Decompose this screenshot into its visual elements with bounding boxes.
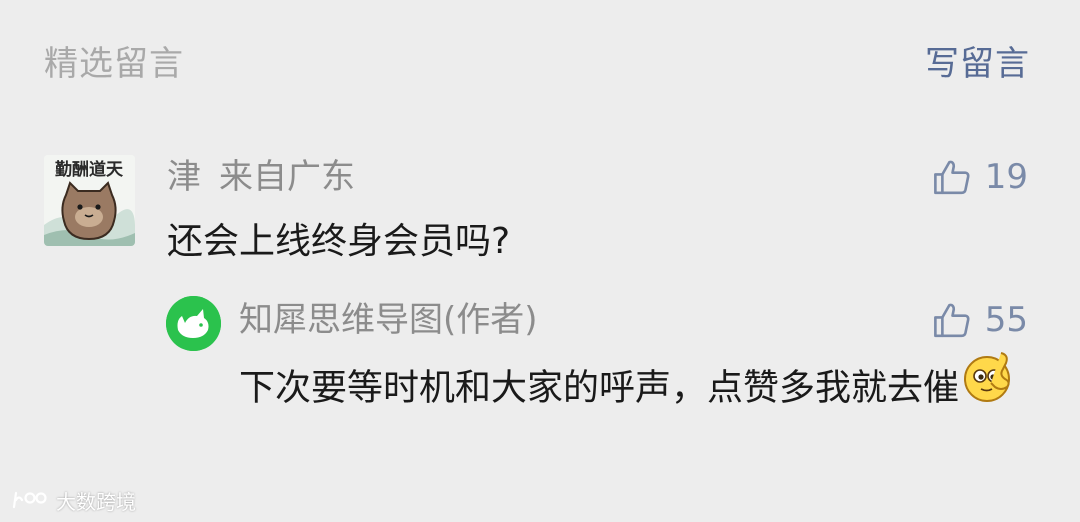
author-avatar[interactable] xyxy=(166,296,221,351)
watermark-text: 大数跨境 xyxy=(56,489,136,514)
watermark: 大数跨境 xyxy=(10,486,136,514)
comment-text: 还会上线终身会员吗? xyxy=(167,221,511,262)
reply-like-count: 55 xyxy=(984,300,1028,340)
watermark-logo-icon xyxy=(12,491,47,509)
cat-avatar-icon: 勤酬道天 xyxy=(44,155,135,246)
comment-location: 来自广东 xyxy=(219,157,355,197)
comment-like-button[interactable]: 19 xyxy=(931,153,1028,201)
avatar[interactable]: 勤酬道天 xyxy=(44,155,135,246)
comment-author: 津来自广东 xyxy=(167,155,355,199)
section-title: 精选留言 xyxy=(44,44,184,84)
thumbs-up-icon xyxy=(933,160,970,195)
reply-nickname[interactable]: 知犀思维导图(作者) xyxy=(239,298,538,342)
write-comment-button[interactable]: 写留言 xyxy=(925,42,1030,86)
comment-like-count: 19 xyxy=(984,157,1028,197)
comment-nickname[interactable]: 津 xyxy=(167,157,201,197)
thinking-emoji-icon xyxy=(961,349,1017,422)
thumbs-up-icon xyxy=(933,303,970,338)
avatar-caption: 勤酬道天 xyxy=(55,159,124,180)
reply-text: 下次要等时机和大家的呼声，点赞多我就去催 xyxy=(239,352,1039,422)
rhino-logo-icon xyxy=(166,296,221,351)
reply-text-content: 下次要等时机和大家的呼声，点赞多我就去催 xyxy=(239,367,960,409)
reply-like-button[interactable]: 55 xyxy=(931,296,1028,344)
